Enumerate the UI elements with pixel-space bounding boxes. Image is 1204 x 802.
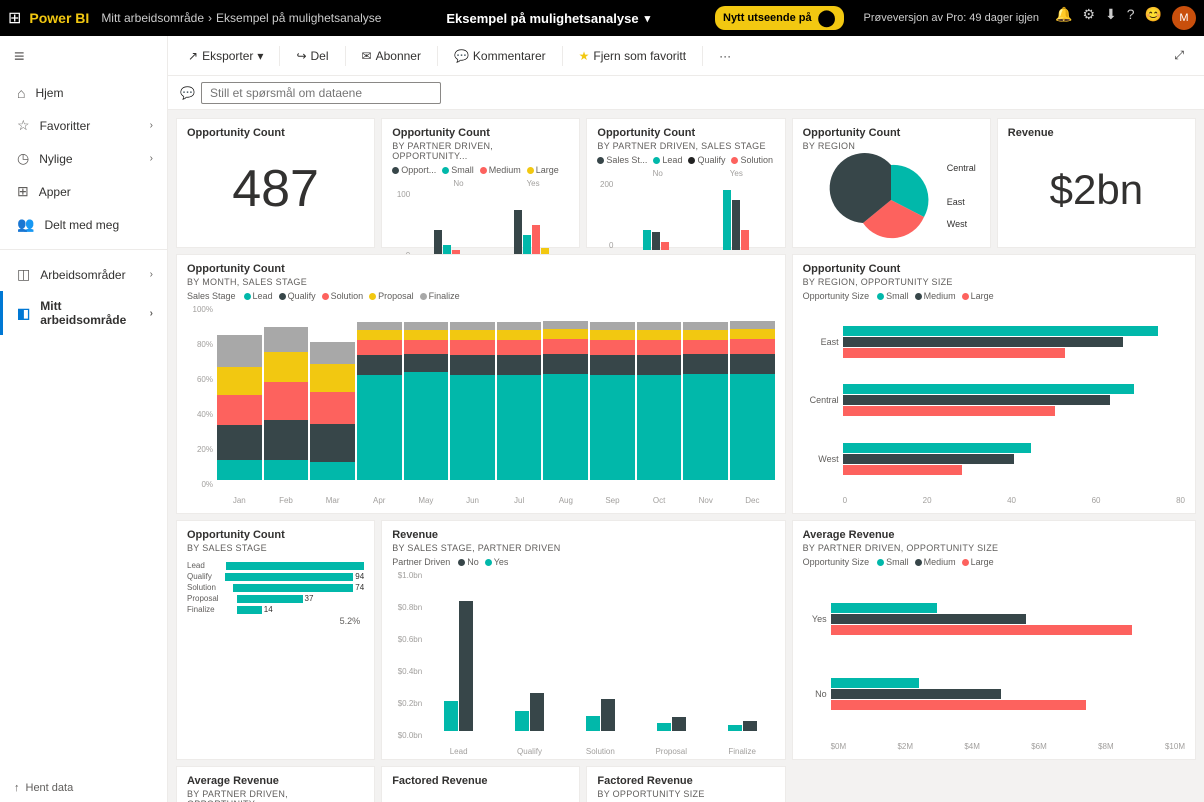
sidebar-item-apps[interactable]: ⊞ Apper [0, 175, 167, 208]
share-icon: ↪ [296, 49, 306, 63]
card-title: Average Revenue [803, 529, 1185, 541]
expand-btn[interactable]: ⤢ [1166, 44, 1192, 67]
card-subtitle: BY REGION, OPPORTUNITY SIZE [803, 277, 1185, 287]
chart-legend: Sales Stage Lead Qualify Solution Propos… [187, 291, 775, 301]
card-title: Opportunity Count [187, 127, 364, 139]
opp-region-size-card: Opportunity Count BY REGION, OPPORTUNITY… [792, 254, 1196, 514]
sidebar-item-recent[interactable]: ◷ Nylige › [0, 142, 167, 175]
expand-icon: ⤢ [1174, 48, 1184, 63]
revenue-stage-card: Revenue BY SALES STAGE, PARTNER DRIVEN P… [381, 520, 785, 760]
sidebar-item-workspaces[interactable]: ◫ Arbeidsområder › [0, 258, 167, 291]
report-title: Eksempel på mulighetsanalyse ▾ [446, 11, 650, 26]
shared-icon: 👥 [17, 216, 34, 233]
card-title: Revenue [1008, 127, 1185, 139]
comments-icon: 💬 [454, 49, 469, 63]
avg-revenue-size-card: Average Revenue BY PARTNER DRIVEN, OPPOR… [792, 520, 1196, 760]
more-btn[interactable]: ··· [711, 45, 739, 67]
sidebar-item-shared[interactable]: 👥 Delt med meg [0, 208, 167, 241]
sidebar-item-home[interactable]: ⌂ Hjem [0, 77, 167, 109]
card-subtitle: BY PARTNER DRIVEN, SALES STAGE [597, 141, 774, 151]
topnav-icons: 🔔 ⚙ ⬇ ? 😊 M [1055, 6, 1196, 30]
chart-legend: Partner Driven No Yes [392, 557, 774, 567]
opp-count-partner-card: Opportunity Count BY PARTNER DRIVEN, OPP… [381, 118, 580, 248]
card-title: Opportunity Count [597, 127, 774, 139]
favorite-btn[interactable]: ★ Fjern som favoritt [571, 45, 694, 67]
main-content: ↗ Eksporter ▾ ↪ Del ✉ Abonner 💬 Kommenta… [168, 36, 1204, 802]
subscribe-icon: ✉ [362, 49, 372, 63]
workspaces-icon: ◫ [17, 266, 30, 283]
recent-icon: ◷ [17, 150, 29, 167]
opp-count-sales-card: Opportunity Count BY PARTNER DRIVEN, SAL… [586, 118, 785, 248]
card-subtitle: BY OPPORTUNITY SIZE [597, 789, 774, 799]
factored-revenue-card: Factored Revenue $461M [381, 766, 580, 802]
trial-label: Prøveversjon av Pro: 49 dager igjen [864, 12, 1039, 24]
card-subtitle: BY PARTNER DRIVEN, OPPORTUNITY SIZE [803, 543, 1185, 553]
qa-input[interactable] [201, 82, 441, 104]
notification-icon[interactable]: 🔔 [1055, 6, 1072, 30]
chart-legend: Opport... Small Medium Large [392, 165, 569, 175]
chart-legend: Opportunity Size Small Medium Large [803, 557, 1185, 567]
card-subtitle: BY MONTH, SALES STAGE [187, 277, 775, 287]
new-look-toggle[interactable]: Nytt utseende på ⬤ [715, 6, 844, 30]
toolbar: ↗ Eksporter ▾ ↪ Del ✉ Abonner 💬 Kommenta… [168, 36, 1204, 76]
get-data-btn[interactable]: ↑ Hent data [0, 774, 167, 802]
revenue-card: Revenue $2bn [997, 118, 1196, 248]
card-subtitle: BY REGION [803, 141, 980, 151]
apps-icon: ⊞ [17, 183, 29, 200]
card-subtitle: BY PARTNER DRIVEN, OPPORTUNITY... [392, 141, 569, 161]
chart-legend: Opportunity Size Small Medium Large [803, 291, 1185, 301]
factored-revenue-size-card: Factored Revenue BY OPPORTUNITY SIZE $0.… [586, 766, 785, 802]
home-icon: ⌂ [17, 85, 25, 101]
card-title: Opportunity Count [187, 263, 775, 275]
powerbi-logo: Power BI [29, 10, 89, 26]
breadcrumb: Mitt arbeidsområde › Eksempel på mulighe… [101, 11, 381, 25]
opp-count-simple-card: Opportunity Count 487 [176, 118, 375, 248]
qa-bar: 💬 [168, 76, 1204, 110]
get-data-icon: ↑ [14, 782, 20, 794]
card-subtitle: BY SALES STAGE, PARTNER DRIVEN [392, 543, 774, 553]
share-btn[interactable]: ↪ Del [288, 45, 336, 67]
opp-sales-stage-card: Opportunity Count BY SALES STAGE Lead Qu… [176, 520, 375, 760]
topnav: ⊞ Power BI Mitt arbeidsområde › Eksempel… [0, 0, 1204, 36]
card-title: Opportunity Count [803, 127, 980, 139]
help-icon[interactable]: ? [1127, 6, 1135, 30]
card-title: Factored Revenue [597, 775, 774, 787]
revenue-value: $2bn [1008, 157, 1185, 223]
card-title: Revenue [392, 529, 774, 541]
card-title: Factored Revenue [392, 775, 569, 787]
card-subtitle: BY SALES STAGE [187, 543, 364, 553]
dashboard: Opportunity Count 487 Opportunity Count … [168, 110, 1204, 802]
star-icon: ★ [579, 49, 590, 63]
card-title: Opportunity Count [392, 127, 569, 139]
card-title: Average Revenue [187, 775, 364, 787]
opp-count-region-card: Opportunity Count BY REGION Central East… [792, 118, 991, 248]
card-title: Opportunity Count [803, 263, 1185, 275]
myworkspace-icon: ◧ [17, 305, 30, 322]
grid-icon[interactable]: ⊞ [8, 8, 21, 28]
chart-legend: Sales St... Lead Qualify Solution [597, 155, 774, 165]
settings-icon[interactable]: ⚙ [1082, 6, 1095, 30]
sidebar-item-favorites[interactable]: ☆ Favoritter › [0, 109, 167, 142]
sidebar-item-myworkspace[interactable]: ◧ Mitt arbeidsområde › [0, 291, 167, 335]
pie-chart [841, 155, 941, 245]
favorites-icon: ☆ [17, 117, 30, 134]
card-subtitle: BY PARTNER DRIVEN, OPPORTUNITY... [187, 789, 364, 802]
subscribe-btn[interactable]: ✉ Abonner [354, 45, 429, 67]
emoji-icon[interactable]: 😊 [1145, 6, 1162, 30]
download-icon[interactable]: ⬇ [1105, 6, 1117, 30]
export-icon: ↗ [188, 49, 198, 63]
sidebar: ≡ ⌂ Hjem ☆ Favoritter › ◷ Nylige › ⊞ App… [0, 36, 168, 802]
comments-btn[interactable]: 💬 Kommentarer [446, 45, 554, 67]
opp-count-value: 487 [187, 151, 364, 228]
qa-icon: 💬 [180, 86, 195, 100]
sidebar-collapse-btn[interactable]: ≡ [0, 36, 167, 77]
opp-month-stage-card: Opportunity Count BY MONTH, SALES STAGE … [176, 254, 786, 514]
user-avatar[interactable]: M [1172, 6, 1196, 30]
export-btn[interactable]: ↗ Eksporter ▾ [180, 45, 271, 67]
avg-revenue-partner-card: Average Revenue BY PARTNER DRIVEN, OPPOR… [176, 766, 375, 802]
card-title: Opportunity Count [187, 529, 364, 541]
